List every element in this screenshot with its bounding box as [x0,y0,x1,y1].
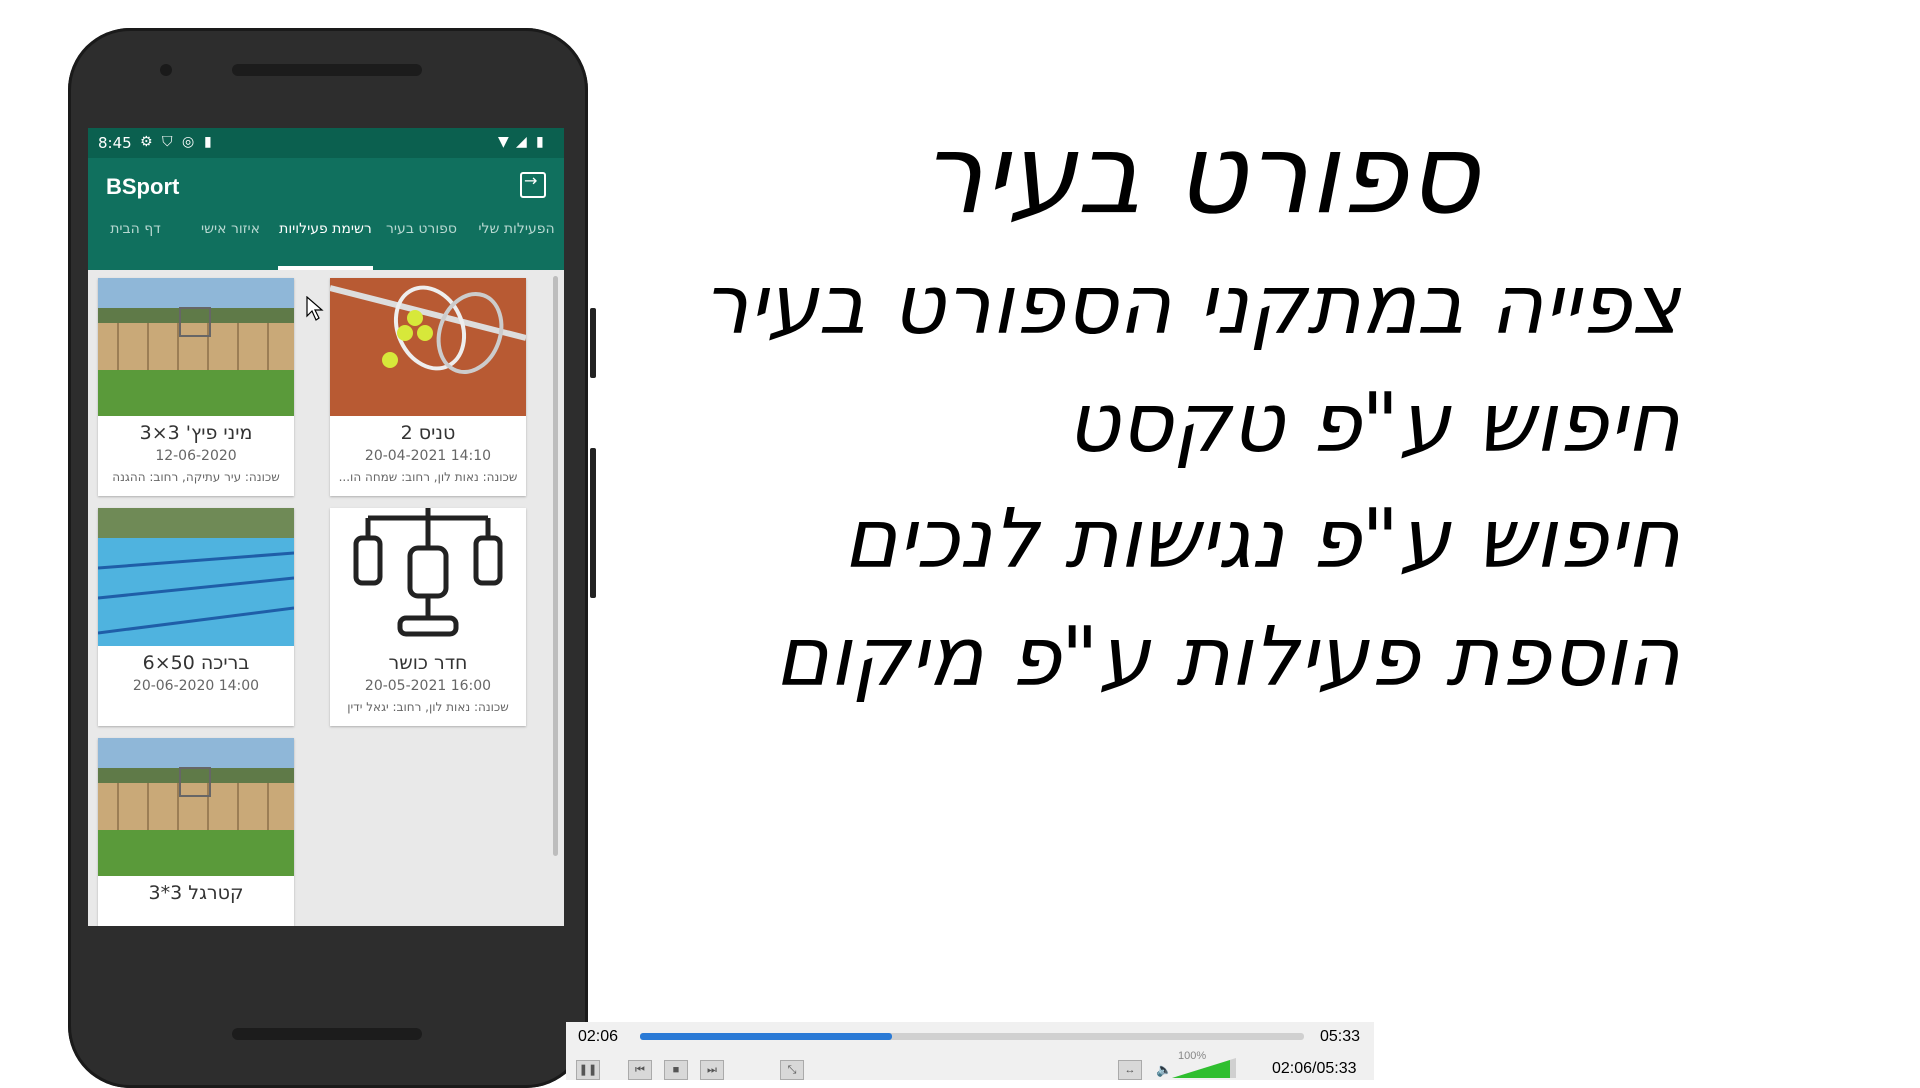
slide-line: חיפוש ע"פ טקסט [1066,376,1680,471]
activity-address: שכונה: עיר עתיקה, רחוב: ההגנה [112,470,280,484]
next-button[interactable]: ⏭ [700,1060,724,1080]
pause-button[interactable]: ❚❚ [576,1060,600,1080]
slide-title: ספורט בעיר [921,110,1479,238]
scrollbar[interactable] [553,276,558,856]
gym-icon [330,508,526,646]
volume-level: 100% [1178,1050,1207,1062]
status-bar: 8:45 ⚙ ⛉ ◎ ▮ ▼ ◢ ▮ [88,128,564,158]
slide-line: צפייה במתקני הספורט בעיר [702,258,1680,353]
activity-name: חדר כושר [388,652,468,674]
tab-city-sport[interactable]: ספורט בעיר [374,220,469,238]
sdcard-icon: ▮ [204,134,212,150]
app-title: BSport [106,174,180,199]
media-player-controls: 02:06 05:33 ❚❚ ⏮ ■ ⏭ ⤡ ↔ 🔈 100% 02:06/05… [566,1022,1374,1080]
shield-icon: ⛉ [162,134,173,150]
settings-icon: ⚙ [140,134,153,150]
activity-name: קטרגל 3*3 [148,882,244,904]
tab-home[interactable]: דף הבית [88,220,183,238]
activity-card[interactable]: קטרגל 3*3 [98,738,294,926]
aspect-button[interactable]: ↔ [1118,1060,1142,1080]
phone-frame: 8:45 ⚙ ⛉ ◎ ▮ ▼ ◢ ▮ BSport הפעילות שלי ספ… [68,28,596,1088]
signal-icon: ◢ [516,134,527,150]
tab-personal-area[interactable]: איזור אישי [183,220,278,238]
activity-address: שכונה: נאות לון, רחוב: שמחה הו... [338,470,518,484]
basketball-court-image [98,738,294,876]
activity-date: 12-06-2020 [155,448,237,464]
earpiece [232,64,422,76]
fullscreen-button[interactable]: ⤡ [780,1060,804,1080]
activity-card[interactable]: טניס 2 20-04-2021 14:10 שכונה: נאות לון,… [330,278,526,496]
tennis-image [330,278,526,416]
activity-grid: מיני פיץ' 3×3 12-06-2020 שכונה: עיר עתיק… [88,270,564,926]
pool-image [98,508,294,646]
stop-button[interactable]: ■ [664,1060,688,1080]
volume-button [590,308,596,378]
position-readout: 02:06/05:33 [1272,1060,1357,1077]
activity-card[interactable]: מיני פיץ' 3×3 12-06-2020 שכונה: עיר עתיק… [98,278,294,496]
activity-name: בריכה 50×6 [142,652,250,674]
mouse-cursor-icon [306,296,324,321]
front-camera [160,64,172,76]
previous-button[interactable]: ⏮ [628,1060,652,1080]
tab-bar: הפעילות שלי ספורט בעיר רשימת פעילויות אי… [88,214,564,270]
activity-date: 20-05-2021 16:00 [364,678,492,694]
wifi-icon: ▼ [498,134,509,150]
sync-icon: ◎ [182,134,195,150]
activity-card[interactable]: בריכה 50×6 20-06-2020 14:00 [98,508,294,726]
battery-icon: ▮ [536,134,544,150]
total-time: 05:33 [1320,1028,1361,1045]
tab-activity-list[interactable]: רשימת פעילויות [278,220,373,238]
status-time: 8:45 [98,134,132,152]
logout-icon[interactable] [520,171,546,198]
power-button [590,448,596,598]
activity-name: מיני פיץ' 3×3 [139,422,253,444]
basketball-court-image [98,278,294,416]
slide-line: חיפוש ע"פ נגישות לנכים [843,492,1680,587]
bottom-speaker [232,1028,422,1040]
activity-address: שכונה: נאות לון, רחוב: יגאל ידין [347,700,509,714]
activity-date: 20-06-2020 14:00 [132,678,260,694]
activity-date: 20-04-2021 14:10 [364,448,492,464]
activity-card[interactable]: חדר כושר 20-05-2021 16:00 שכונה: נאות לו… [330,508,526,726]
slide-line: הוספת פעילות ע"פ מיקום [774,610,1680,705]
elapsed-time: 02:06 [578,1028,619,1045]
seek-bar[interactable] [640,1033,1304,1040]
activity-name: טניס 2 [400,422,456,444]
seek-bar-fill [640,1033,893,1040]
app-bar: BSport [88,158,564,214]
tab-my-activities[interactable]: הפעילות שלי [469,220,564,238]
phone-screen: 8:45 ⚙ ⛉ ◎ ▮ ▼ ◢ ▮ BSport הפעילות שלי ספ… [88,128,564,926]
speaker-icon[interactable]: 🔈 [1156,1062,1172,1078]
